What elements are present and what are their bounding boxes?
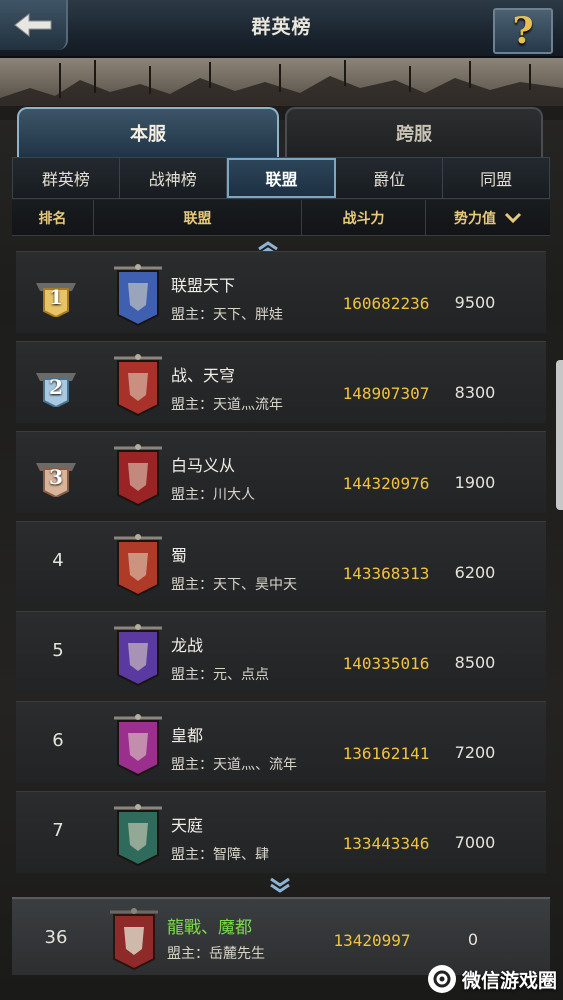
column-power: 战斗力 [302,200,426,235]
column-influence[interactable]: 势力值 [426,200,550,235]
alliance-leader: 盟主：天下、昊中天 [171,577,297,593]
alliance-power: 144320976 [342,474,430,493]
alliance-influence: 7000 [454,833,496,852]
watermark-text: 微信游戏圈 [461,969,557,992]
rank-number: 5 [52,640,64,661]
alliance-banner-icon [114,354,162,417]
tab-cross-server[interactable]: 跨服 [285,107,543,157]
my-alliance-name: 龍戰、魔都 [167,918,252,938]
rank-number: 6 [52,730,64,751]
subtab-alliance[interactable]: 联盟 [226,158,337,198]
tab-local-server[interactable]: 本服 [17,107,279,157]
alliance-ranking-list[interactable]: 1 联盟天下盟主：天下、胖娃 160682236 9500 2 战、天穹盟主：天道灬流年 1… [12,236,550,896]
subtab-heroes[interactable]: 群英榜 [13,158,120,198]
rank-number: 2 [49,375,63,399]
alliance-banner-icon [114,534,162,597]
alliance-name: 皇都 [171,726,204,745]
help-button[interactable]: ? [493,8,553,54]
alliance-banner-icon [114,804,162,867]
rank-number: 4 [52,550,64,571]
table-row[interactable]: 2 战、天穹盟主：天道灬流年 148907307 8300 [16,341,546,423]
subtab-league[interactable]: 同盟 [443,158,549,198]
table-row[interactable]: 6 皇都盟主：天道灬、流年 136162141 7200 [16,701,546,783]
alliance-power: 143368313 [342,564,430,583]
alliance-banner-icon [110,908,158,971]
alliance-banner-icon [114,714,162,777]
ranking-subtabs: 群英榜 战神榜 联盟 爵位 同盟 [12,157,550,199]
alliance-banner-icon [114,264,162,327]
column-alliance: 联盟 [94,200,302,235]
alliance-leader: 盟主：川大人 [171,487,255,503]
alliance-influence: 6200 [454,563,496,582]
alliance-name: 龙战 [171,636,204,655]
watermark: 微信游戏圈 [427,964,557,994]
question-mark-icon: ? [512,10,534,52]
subtab-war-god[interactable]: 战神榜 [119,158,227,198]
table-row[interactable]: 5 龙战盟主：元、点点 140335016 8500 [16,611,546,693]
alliance-leader: 盟主：元、点点 [171,667,269,683]
alliance-leader: 盟主：智障、肆 [171,847,269,863]
alliance-name: 天庭 [171,816,204,835]
alliance-influence: 7200 [454,743,496,762]
alliance-leader: 盟主：天下、胖娃 [171,307,283,323]
alliance-name: 白马义从 [171,456,236,475]
my-alliance-influence: 0 [467,930,479,949]
table-row[interactable]: 7 天庭盟主：智障、肆 133443346 7000 [16,791,546,873]
top-bar: 群英榜 ? [0,0,563,58]
subtab-nobility[interactable]: 爵位 [336,158,444,198]
sort-chevron-down-icon [504,212,522,223]
alliance-power: 136162141 [342,744,430,763]
scroll-down-chevron-icon[interactable] [268,877,292,893]
rank-number: 3 [49,465,63,489]
my-alliance-leader: 盟主：岳麓先生 [167,946,265,962]
alliance-banner-icon [114,624,162,687]
my-alliance-rank: 36 [44,927,68,948]
alliance-name: 蜀 [171,546,188,565]
column-rank: 排名 [12,200,94,235]
alliance-leader: 盟主：天道灬流年 [171,397,283,413]
alliance-influence: 9500 [454,293,496,312]
my-alliance-power: 13420997 [333,931,411,950]
alliance-power: 133443346 [342,834,430,853]
alliance-influence: 1900 [454,473,496,492]
alliance-influence: 8300 [454,383,496,402]
page-title: 群英榜 [251,16,312,38]
table-header: 排名 联盟 战斗力 势力值 [12,200,550,236]
side-drawer-handle[interactable] [556,360,563,510]
alliance-power: 140335016 [342,654,430,673]
alliance-name: 联盟天下 [171,276,236,295]
alliance-leader: 盟主：天道灬、流年 [171,757,297,773]
alliance-power: 148907307 [342,384,430,403]
alliance-influence: 8500 [454,653,496,672]
table-row[interactable]: 3 白马义从盟主：川大人 144320976 1900 [16,431,546,513]
rank-number: 1 [49,285,63,309]
table-row[interactable]: 1 联盟天下盟主：天下、胖娃 160682236 9500 [16,251,546,333]
alliance-power: 160682236 [342,294,430,313]
wechat-games-logo-icon [427,965,456,993]
column-influence-label: 势力值 [454,210,496,227]
table-row[interactable]: 4 蜀盟主：天下、昊中天 143368313 6200 [16,521,546,603]
alliance-banner-icon [114,444,162,507]
alliance-name: 战、天穹 [171,366,236,385]
rank-number: 7 [52,820,64,841]
